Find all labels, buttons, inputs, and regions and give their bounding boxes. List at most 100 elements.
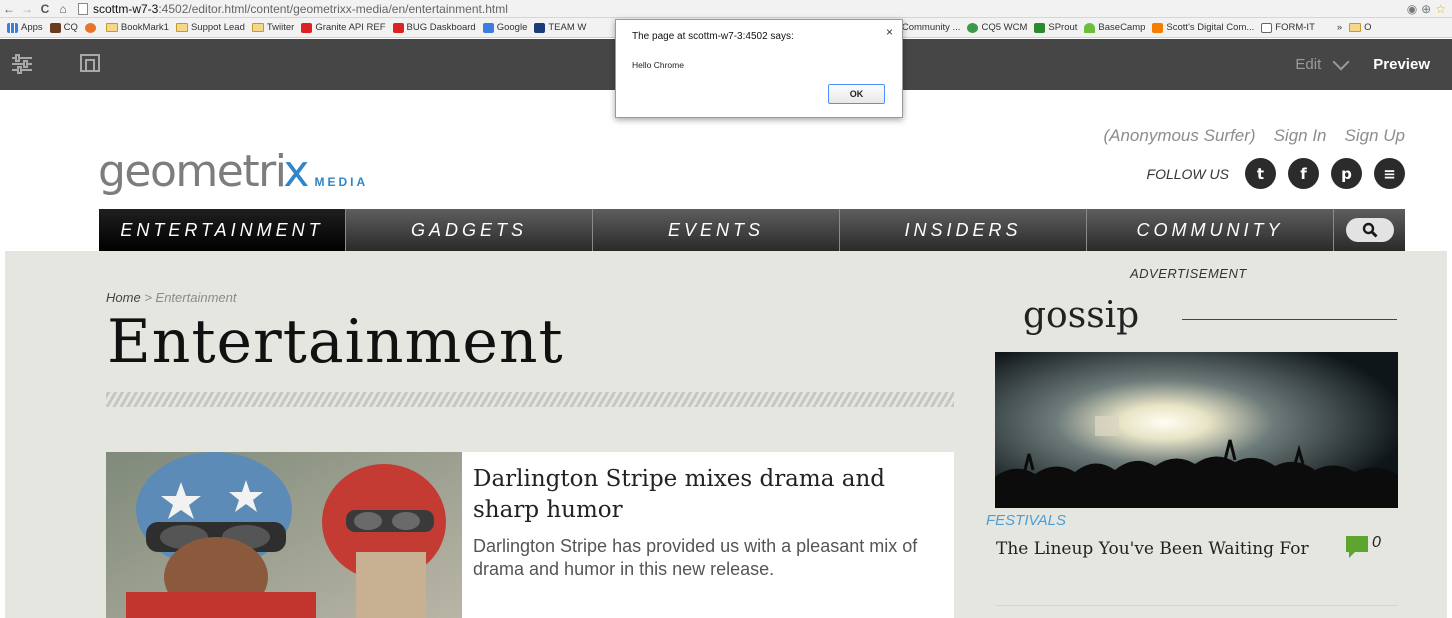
blogger-icon [1152, 22, 1164, 33]
comment-icon [1346, 536, 1368, 558]
follow-us: FOLLOW US t f p ≡ [1147, 158, 1405, 189]
sign-in-link[interactable]: Sign In [1274, 126, 1327, 146]
mode-selector[interactable]: Edit [1295, 53, 1350, 73]
gossip-separator [995, 605, 1398, 606]
browser-address-bar: ← → C ⌂ scottm-w7-3:4502/editor.html/con… [0, 0, 1452, 18]
bookmark-label: Suppot Lead [190, 22, 245, 33]
bookmark-label: SProut [1048, 22, 1078, 33]
reload-icon[interactable]: C [36, 0, 54, 18]
basecamp-icon [1084, 22, 1096, 33]
logo-x-mark: x [283, 146, 309, 197]
bookmark-apps[interactable]: Apps [7, 22, 43, 33]
cq-icon [49, 22, 61, 33]
bookmark-label: BaseCamp [1098, 22, 1146, 33]
bookmark-label: FORM-IT [1275, 22, 1315, 33]
search-icon [1362, 222, 1378, 238]
bookmark-scotts-digital[interactable]: Scott's Digital Com... [1152, 22, 1254, 33]
forward-icon[interactable]: → [18, 0, 36, 18]
bookmark-twiiter[interactable]: Twiiter [251, 22, 295, 33]
close-icon[interactable]: × [886, 25, 893, 39]
alert-message: Hello Chrome [632, 60, 684, 70]
bookmark-other[interactable]: O [1349, 22, 1372, 33]
gossip-article-link[interactable]: The Lineup You've Been Waiting For [996, 536, 1346, 563]
bookmark-basecamp[interactable]: BaseCamp [1084, 22, 1145, 33]
bookmark-label: BookMark1 [120, 22, 169, 33]
bookmark-google[interactable]: Google [482, 22, 527, 33]
bookmark-form-it[interactable]: FORM-IT [1261, 22, 1315, 33]
bookmark-label: CQ5 WCM [981, 22, 1028, 33]
article-title[interactable]: Darlington Stripe mixes drama and sharp … [473, 464, 943, 526]
adobe-icon [301, 22, 313, 33]
emulator-icon[interactable] [79, 53, 101, 75]
search-button[interactable] [1345, 218, 1394, 242]
nav-community[interactable]: COMMUNITY [1087, 209, 1334, 251]
bookmark-label: CQ [63, 22, 78, 33]
side-panel-toggle-icon[interactable] [11, 53, 33, 75]
url-path: :4502/editor.html/content/geometrixx-med… [158, 1, 508, 16]
site-logo[interactable]: geometri x MEDIA [98, 146, 368, 197]
breadcrumb-separator: > [144, 290, 152, 305]
facebook-icon[interactable]: f [1288, 158, 1319, 189]
article-summary: Darlington Stripe has provided us with a… [473, 536, 918, 579]
gossip-divider [1182, 319, 1397, 320]
folder-icon [175, 23, 188, 32]
overflow-chevron-icon: » [1336, 22, 1343, 33]
ok-button[interactable]: OK [828, 84, 885, 104]
article-image[interactable] [106, 452, 462, 618]
form-icon [1261, 22, 1273, 33]
page-icon [78, 2, 88, 15]
bookmark-cq5-wcm[interactable]: CQ5 WCM [967, 22, 1027, 33]
bookmark-label: Twiiter [266, 22, 295, 33]
extension-icon[interactable]: ◉ [1407, 2, 1417, 16]
bookmark-label: BUG Daskboard [406, 22, 476, 33]
bookmark-unnamed[interactable] [84, 22, 99, 33]
team-icon [534, 22, 546, 33]
preview-button[interactable]: Preview [1373, 56, 1430, 73]
advertisement-label: ADVERTISEMENT [1130, 266, 1247, 281]
alert-title: The page at scottm-w7-3:4502 says: [632, 31, 794, 42]
nav-gadgets[interactable]: GADGETS [346, 209, 593, 251]
article-card[interactable]: Darlington Stripe mixes drama and sharp … [106, 452, 954, 618]
rss-icon[interactable]: ≡ [1374, 158, 1405, 189]
alert-dialog: The page at scottm-w7-3:4502 says: × Hel… [615, 19, 903, 118]
bookmark-granite-api[interactable]: Granite API REF [301, 22, 386, 33]
bookmark-team[interactable]: TEAM W [534, 22, 586, 33]
bookmark-suppot-lead[interactable]: Suppot Lead [175, 22, 245, 33]
bookmark-icon [84, 22, 96, 33]
back-icon[interactable]: ← [0, 0, 18, 18]
bookmark-label: Granite API REF [315, 22, 386, 33]
folder-icon [1349, 23, 1362, 32]
home-icon[interactable]: ⌂ [54, 0, 72, 18]
bookmarks-overflow[interactable]: » [1337, 22, 1342, 33]
sign-up-link[interactable]: Sign Up [1345, 126, 1405, 146]
bookmark-star-icon[interactable]: ☆ [1435, 2, 1446, 16]
gossip-image[interactable] [995, 352, 1398, 508]
adobe-icon [392, 22, 404, 33]
page-content: Home > Entertainment Entertainment Darli… [5, 251, 1447, 618]
bookmark-label: Apps [21, 22, 43, 33]
bookmark-cq[interactable]: CQ [49, 22, 78, 33]
nav-insiders[interactable]: INSIDERS [840, 209, 1087, 251]
logo-wordmark: geometri [98, 146, 287, 197]
apps-grid-icon [7, 22, 18, 33]
breadcrumb-current: Entertainment [155, 290, 237, 305]
comment-count: 0 [1372, 534, 1381, 551]
breadcrumb-home[interactable]: Home [106, 290, 141, 305]
zoom-icon[interactable]: ⊕ [1421, 2, 1431, 16]
mode-label: Edit [1295, 56, 1322, 73]
bookmark-sprout[interactable]: SProut [1034, 22, 1077, 33]
bookmark-bookmark1[interactable]: BookMark1 [105, 22, 169, 33]
breadcrumb: Home > Entertainment [106, 290, 236, 305]
logo-media-label: MEDIA [314, 175, 369, 189]
url-host: scottm-w7-3 [93, 1, 159, 16]
nav-entertainment[interactable]: ENTERTAINMENT [99, 209, 346, 251]
url-field[interactable]: scottm-w7-3:4502/editor.html/content/geo… [78, 1, 1407, 17]
twitter-icon[interactable]: t [1245, 158, 1276, 189]
pinterest-icon[interactable]: p [1331, 158, 1362, 189]
nav-search [1334, 209, 1405, 251]
nav-events[interactable]: EVENTS [593, 209, 840, 251]
bookmark-bug-dashboard[interactable]: BUG Daskboard [392, 22, 476, 33]
comment-counter[interactable]: 0 [1346, 534, 1381, 558]
category-tag[interactable]: FESTIVALS [986, 512, 1066, 529]
account-links: (Anonymous Surfer) Sign In Sign Up [1103, 126, 1405, 146]
